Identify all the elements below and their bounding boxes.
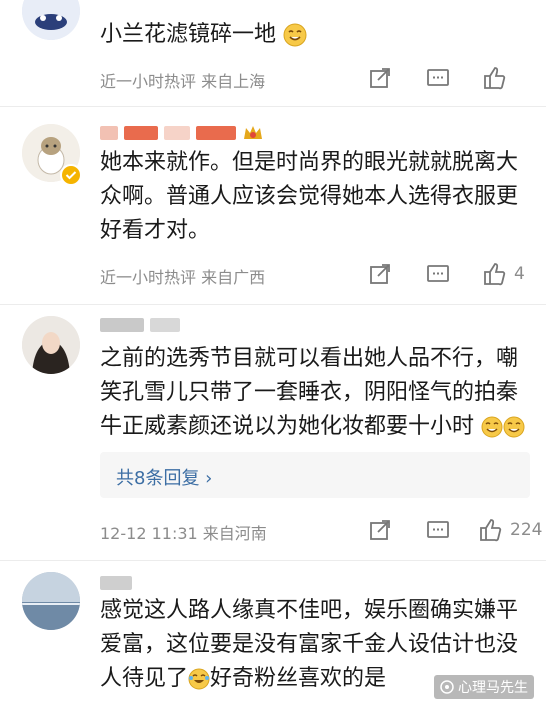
comment-username[interactable] [100, 316, 180, 334]
smile-emoji-icon [503, 416, 525, 438]
username-blur [196, 126, 236, 140]
thumbs-up-icon [484, 67, 506, 90]
watermark: 心理马先生 [434, 675, 534, 699]
view-replies-button[interactable]: 共8条回复 › [100, 452, 530, 498]
comment-body: 之前的选秀节目就可以看出她人品不行，嘲笑孔雪儿只带了一套睡衣，阴阳怪气的拍秦牛正… [100, 346, 519, 439]
divider [0, 304, 546, 305]
comment-button[interactable] [426, 64, 450, 92]
share-button[interactable] [368, 516, 392, 544]
avatar[interactable] [22, 316, 80, 374]
comment-icon [427, 521, 449, 538]
avatar[interactable] [22, 572, 80, 630]
comment-body-tail: 好奇粉丝喜欢的是 [210, 666, 387, 691]
share-button[interactable] [368, 64, 392, 92]
comment-username[interactable] [100, 124, 264, 142]
thumbs-up-icon [484, 263, 506, 286]
share-icon [370, 520, 390, 540]
comment-meta: 12-12 11:31 来自河南 [100, 524, 267, 543]
like-count: 224 [510, 520, 543, 540]
comment-text: 她本来就作。但是时尚界的眼光就就脱离大众啊。普通人应该会觉得她本人选得衣服更好看… [100, 150, 519, 243]
crown-icon [244, 126, 262, 139]
logo-icon [440, 680, 454, 694]
comment-text: 之前的选秀节目就可以看出她人品不行，嘲笑孔雪儿只带了一套睡衣，阴阳怪气的拍秦牛正… [100, 342, 530, 444]
comment-text: 小兰花滤镜碎一地 [100, 18, 530, 52]
username-blur [124, 126, 158, 140]
like-button[interactable] [482, 64, 514, 92]
comment-meta: 近一小时热评 来自广西 [100, 268, 266, 287]
avatar[interactable] [22, 0, 80, 40]
username-blur [100, 318, 144, 332]
share-button[interactable] [368, 260, 392, 288]
watermark-text: 心理马先生 [458, 680, 528, 696]
replies-label: 共8条回复 › [116, 468, 213, 489]
comment-item: 她本来就作。但是时尚界的眼光就就脱离大众啊。普通人应该会觉得她本人选得衣服更好看… [0, 108, 546, 304]
avatar-image [22, 0, 80, 40]
like-button[interactable]: 224 [478, 516, 542, 544]
like-count: 4 [514, 264, 525, 284]
divider [0, 560, 546, 561]
comment-username[interactable] [100, 574, 132, 592]
laugh-cry-emoji-icon [188, 668, 210, 690]
comment-icon [427, 69, 449, 86]
like-button[interactable]: 4 [482, 260, 525, 288]
divider [0, 106, 546, 107]
share-icon [370, 68, 390, 88]
thumbs-up-icon [480, 519, 502, 542]
username-blur [150, 318, 180, 332]
comment-button[interactable] [426, 260, 450, 288]
comment-body: 小兰花滤镜碎一地 [100, 22, 277, 47]
smile-emoji-icon [481, 416, 503, 438]
avatar-image [22, 316, 80, 374]
comment-item: 小兰花滤镜碎一地 近一小时热评 来自上海 [0, 0, 546, 105]
avatar-image [22, 572, 80, 630]
share-icon [370, 264, 390, 284]
username-blur [100, 126, 118, 140]
comment-item: 之前的选秀节目就可以看出她人品不行，嘲笑孔雪儿只带了一套睡衣，阴阳怪气的拍秦牛正… [0, 306, 546, 556]
comment-icon [427, 265, 449, 282]
username-blur [164, 126, 190, 140]
comment-meta: 近一小时热评 来自上海 [100, 72, 266, 91]
username-blur [100, 576, 132, 590]
verified-badge-icon [60, 164, 82, 186]
comment-button[interactable] [426, 516, 450, 544]
smile-emoji-icon [283, 23, 307, 47]
